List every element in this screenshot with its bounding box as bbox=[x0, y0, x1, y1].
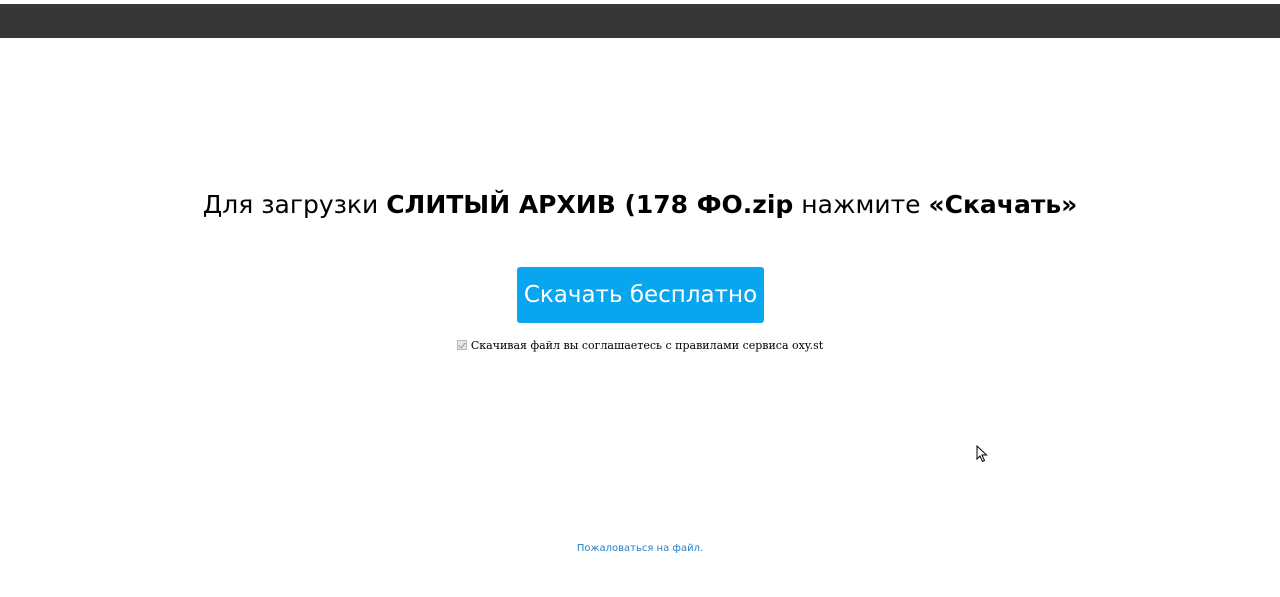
agreement-row: Скачивая файл вы соглашаетесь с правилам… bbox=[0, 339, 1280, 352]
agreement-text: Скачивая файл вы соглашаетесь с правилам… bbox=[470, 339, 824, 352]
headline-prefix: Для загрузки bbox=[202, 190, 387, 219]
download-headline: Для загрузки СЛИТЫЙ АРХИВ (178 ФО.zip на… bbox=[0, 190, 1280, 219]
headline-middle: нажмите bbox=[793, 190, 929, 219]
report-file-link[interactable]: Пожаловаться на файл. bbox=[0, 543, 1280, 554]
agreement-checkbox[interactable] bbox=[456, 340, 467, 350]
headline-action: «Скачать» bbox=[928, 190, 1078, 219]
headline-filename: СЛИТЫЙ АРХИВ (178 ФО.zip bbox=[386, 190, 794, 219]
download-free-button[interactable]: Скачать бесплатно bbox=[517, 267, 764, 323]
mouse-cursor-icon bbox=[976, 445, 988, 463]
top-bar bbox=[0, 4, 1280, 38]
